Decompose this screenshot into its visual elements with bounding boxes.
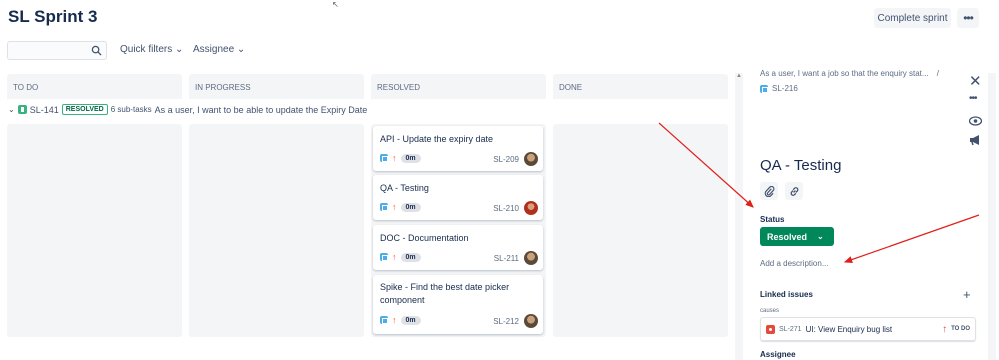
chevron-down-icon: ⌄ (236, 44, 246, 55)
quick-filters-label: Quick filters (120, 44, 173, 55)
issue-detail-panel (747, 60, 999, 360)
card-key[interactable]: SL-212 (493, 317, 519, 326)
sprint-title: SL Sprint 3 (8, 7, 98, 26)
add-link-plus-icon[interactable]: + (963, 287, 971, 302)
issue-card-sl-211[interactable]: DOC - Documentation ↑ 0m SL-211 (373, 225, 543, 270)
close-icon[interactable]: ✕ (969, 72, 982, 90)
panel-scrollbar[interactable] (988, 73, 996, 360)
issue-key[interactable]: SL-216 (772, 84, 798, 93)
subtask-count: 6 sub-tasks (110, 105, 152, 114)
estimate-badge: 0m (400, 153, 421, 163)
more-actions-button[interactable]: ••• (957, 8, 979, 28)
column-todo-dropzone (7, 124, 182, 337)
breadcrumb[interactable]: As a user, I want a job so that the enqu… (760, 69, 939, 78)
avatar (524, 152, 538, 166)
search-input[interactable] (7, 41, 107, 60)
avatar (524, 201, 538, 215)
status-badge: RESOLVED (61, 104, 108, 115)
estimate-badge: 0m (400, 202, 421, 212)
chevron-down-icon[interactable]: ⌄ (8, 105, 15, 114)
priority-high-icon: ↑ (392, 315, 397, 325)
priority-high-icon: ↑ (392, 252, 397, 262)
column-header-todo: TO DO (7, 74, 182, 99)
swimlane-header[interactable]: ⌄ SL-141 RESOLVED 6 sub-tasks As a user,… (8, 104, 367, 115)
estimate-badge: 0m (400, 315, 421, 325)
swimlane-key[interactable]: SL-141 (30, 105, 59, 115)
more-icon[interactable]: ••• (969, 93, 977, 104)
subtask-icon (380, 253, 388, 261)
parent-issue-link[interactable]: As a user, I want a job so that the enqu… (760, 69, 929, 78)
status-label: Status (760, 215, 785, 224)
watch-eye-icon[interactable] (968, 113, 983, 131)
linked-issue-key[interactable]: SL-271 (779, 326, 802, 333)
complete-sprint-button[interactable]: Complete sprint (874, 8, 951, 28)
status-value: Resolved (767, 231, 808, 242)
card-summary: API - Update the expiry date (380, 134, 494, 144)
status-dropdown[interactable]: Resolved ⌄ (760, 227, 834, 246)
linked-issues-label: Linked issues (760, 290, 813, 299)
attach-paperclip-icon[interactable] (760, 182, 778, 200)
scroll-up-icon[interactable]: ▲ (736, 73, 742, 79)
priority-high-icon: ↑ (392, 202, 397, 212)
assignee-label: Assignee (193, 44, 235, 55)
card-key[interactable]: SL-210 (493, 204, 519, 213)
issue-key-breadcrumb[interactable]: SL-216 (760, 84, 798, 93)
subtask-icon (380, 203, 388, 211)
mouse-cursor-icon: ↖ (332, 0, 339, 9)
issue-card-sl-210[interactable]: QA - Testing ↑ 0m SL-210 (373, 175, 543, 220)
chevron-down-icon: ⌄ (175, 44, 184, 55)
estimate-badge: 0m (400, 252, 421, 262)
column-header-done: DONE (553, 74, 728, 99)
feedback-megaphone-icon[interactable] (969, 133, 982, 151)
assignee-label: Assignee (760, 350, 796, 359)
breadcrumb-separator: / (936, 69, 940, 78)
swimlane-summary: As a user, I want to be able to update t… (154, 104, 368, 115)
subtask-icon (760, 84, 768, 93)
priority-high-icon: ↑ (392, 153, 397, 163)
subtask-icon (380, 154, 388, 162)
assignee-dropdown[interactable]: Assignee ⌄ (193, 44, 245, 55)
card-summary: Spike - Find the best date picker compon… (380, 282, 510, 305)
search-icon (91, 45, 102, 56)
story-icon (17, 105, 27, 114)
linked-issue-row[interactable]: SL-271 UI: View Enquiry bug list ↑ TO DO (760, 317, 976, 341)
column-done-dropzone (553, 124, 728, 337)
board-scrollbar[interactable] (735, 73, 743, 360)
issue-card-sl-209[interactable]: API - Update the expiry date ↑ 0m SL-209 (373, 126, 543, 171)
column-header-in-progress: IN PROGRESS (189, 74, 364, 99)
quick-filters-dropdown[interactable]: Quick filters ⌄ (120, 44, 183, 55)
avatar (524, 314, 538, 328)
priority-highest-icon: ↑ (942, 323, 948, 335)
card-summary: DOC - Documentation (380, 233, 469, 243)
chevron-down-icon: ⌄ (817, 232, 824, 241)
subtask-icon (380, 316, 388, 324)
column-in-progress-dropzone (189, 124, 364, 337)
linked-issue-status: TO DO (951, 326, 970, 332)
issue-title[interactable]: QA - Testing (760, 157, 841, 174)
link-type-label: causes (760, 308, 780, 314)
linked-issue-summary[interactable]: UI: View Enquiry bug list (806, 325, 893, 334)
bug-icon (766, 324, 775, 334)
column-header-resolved: RESOLVED (371, 74, 546, 99)
avatar (524, 251, 538, 265)
card-key[interactable]: SL-209 (493, 155, 519, 164)
link-issue-icon[interactable] (785, 182, 803, 200)
card-key[interactable]: SL-211 (494, 254, 519, 263)
issue-card-sl-212[interactable]: Spike - Find the best date picker compon… (373, 275, 543, 334)
card-summary: QA - Testing (380, 183, 429, 193)
description-field[interactable]: Add a description... (760, 259, 828, 268)
